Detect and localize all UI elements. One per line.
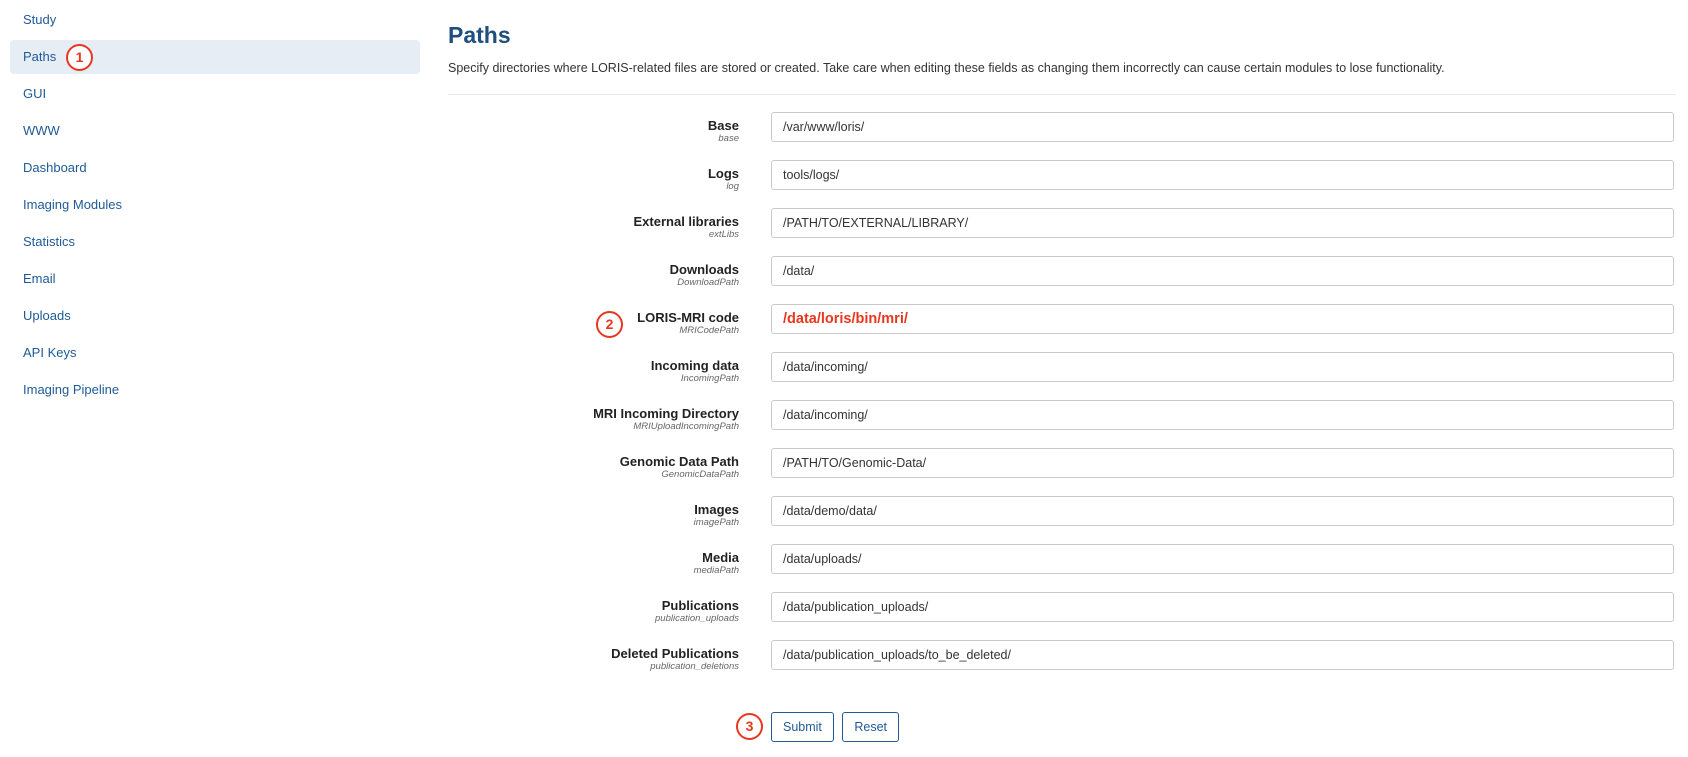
publication-uploads-input[interactable]	[771, 592, 1674, 622]
mediapath-input[interactable]	[771, 544, 1674, 574]
field-label: Logs	[707, 166, 739, 181]
downloadpath-input[interactable]	[771, 256, 1674, 286]
log-input[interactable]	[771, 160, 1674, 190]
submit-button[interactable]: Submit	[771, 712, 834, 742]
form-buttons: Submit Reset	[771, 712, 903, 742]
page-title: Paths	[448, 22, 511, 48]
sidebar-item-study[interactable]: Study	[10, 3, 420, 37]
paths-form: Base base Logs log External libraries ex…	[448, 112, 1676, 688]
sidebar-item-email[interactable]: Email	[10, 262, 420, 296]
field-key: imagePath	[693, 517, 739, 528]
annotation-marker-3: 3	[736, 713, 763, 740]
field-label: LORIS-MRI code	[637, 310, 739, 325]
field-label: Downloads	[669, 262, 739, 277]
page-description: Specify directories where LORIS-related …	[448, 61, 1445, 75]
annotation-marker-1: 1	[66, 44, 93, 71]
field-key: IncomingPath	[680, 373, 739, 384]
extlibs-input[interactable]	[771, 208, 1674, 238]
field-key: log	[726, 181, 739, 192]
mriuploadincomingpath-input[interactable]	[771, 400, 1674, 430]
field-key: publication_uploads	[655, 613, 739, 624]
sidebar-item-dashboard[interactable]: Dashboard	[10, 151, 420, 185]
field-row-publication-uploads: Publications publication_uploads	[448, 592, 1676, 640]
field-label: External libraries	[633, 214, 740, 229]
field-label: MRI Incoming Directory	[593, 406, 739, 421]
field-row-imagepath: Images imagePath	[448, 496, 1676, 544]
field-key: MRICodePath	[679, 325, 739, 336]
field-key: extLibs	[708, 229, 739, 240]
field-key: DownloadPath	[677, 277, 739, 288]
sidebar-item-imaging-modules[interactable]: Imaging Modules	[10, 188, 420, 222]
divider	[448, 94, 1676, 95]
sidebar-item-api-keys[interactable]: API Keys	[10, 336, 420, 370]
field-label: Media	[702, 550, 739, 565]
sidebar-item-label: Paths	[23, 49, 57, 64]
field-key: GenomicDataPath	[661, 469, 739, 480]
field-row-extlibs: External libraries extLibs	[448, 208, 1676, 256]
field-key: mediaPath	[693, 565, 739, 576]
sidebar-item-uploads[interactable]: Uploads	[10, 299, 420, 333]
field-row-genomicdatapath: Genomic Data Path GenomicDataPath	[448, 448, 1676, 496]
reset-button[interactable]: Reset	[842, 712, 900, 742]
field-label: Genomic Data Path	[619, 454, 739, 469]
field-label: Deleted Publications	[611, 646, 739, 661]
incomingpath-input[interactable]	[771, 352, 1674, 382]
field-row-mriuploadincomingpath: MRI Incoming Directory MRIUploadIncoming…	[448, 400, 1676, 448]
field-label: Base	[707, 118, 739, 133]
field-label: Incoming data	[650, 358, 739, 373]
sidebar-item-gui[interactable]: GUI	[10, 77, 420, 111]
sidebar-item-www[interactable]: WWW	[10, 114, 420, 148]
sidebar-item-imaging-pipeline[interactable]: Imaging Pipeline	[10, 373, 420, 407]
field-row-incomingpath: Incoming data IncomingPath	[448, 352, 1676, 400]
field-row-base: Base base	[448, 112, 1676, 160]
field-key: MRIUploadIncomingPath	[633, 421, 739, 432]
field-row-downloadpath: Downloads DownloadPath	[448, 256, 1676, 304]
field-key: base	[718, 133, 739, 144]
field-row-log: Logs log	[448, 160, 1676, 208]
field-row-publication-deletions: Deleted Publications publication_deletio…	[448, 640, 1676, 688]
main-content: Paths Specify directories where LORIS-re…	[448, 0, 1676, 742]
field-label: Images	[694, 502, 739, 517]
field-label: Publications	[661, 598, 739, 613]
field-row-mricodepath: 2 LORIS-MRI code MRICodePath	[448, 304, 1676, 352]
field-row-mediapath: Media mediaPath	[448, 544, 1676, 592]
imagepath-input[interactable]	[771, 496, 1674, 526]
publication-deletions-input[interactable]	[771, 640, 1674, 670]
base-input[interactable]	[771, 112, 1674, 142]
genomicdatapath-input[interactable]	[771, 448, 1674, 478]
sidebar-item-statistics[interactable]: Statistics	[10, 225, 420, 259]
mricodepath-input[interactable]	[771, 304, 1674, 334]
field-key: publication_deletions	[650, 661, 739, 672]
